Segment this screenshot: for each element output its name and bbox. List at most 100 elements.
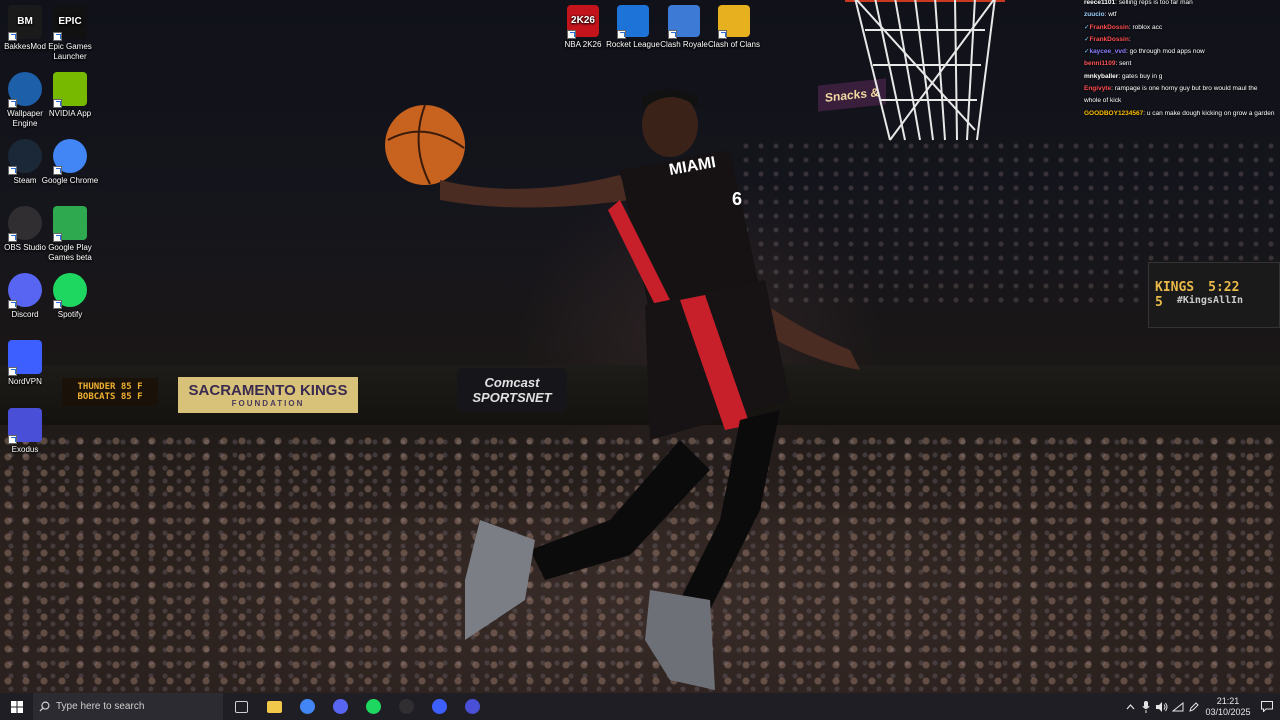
- wallpaper-engine-icon: [8, 72, 42, 108]
- shortcut-arrow-icon: [567, 30, 576, 39]
- clock-date: 03/10/2025: [1205, 706, 1251, 717]
- obs-icon: [399, 699, 414, 714]
- scoreboard-tag: #KingsAllIn: [1176, 295, 1244, 306]
- microphone-icon[interactable]: [1138, 693, 1154, 720]
- shortcut-arrow-icon: [8, 166, 17, 175]
- taskbar-app-discord[interactable]: [324, 693, 357, 720]
- shortcut-arrow-icon: [53, 233, 62, 242]
- system-tray: 21:21 03/10/2025: [1122, 693, 1280, 720]
- taskbar-clock[interactable]: 21:21 03/10/2025: [1202, 696, 1254, 718]
- chat-message: ✓FrankDossin:: [1084, 34, 1276, 46]
- shortcut-arrow-icon: [718, 30, 727, 39]
- shortcut-arrow-icon: [53, 300, 62, 309]
- task-view-icon: [235, 700, 248, 713]
- shortcut-arrow-icon: [8, 367, 17, 376]
- exodus-icon: [8, 408, 42, 444]
- shortcut-arrow-icon: [617, 30, 626, 39]
- chat-username: zuucio: [1084, 11, 1105, 19]
- notifications-icon[interactable]: [1254, 693, 1280, 720]
- taskbar: Type here to search 21:21 03/10/2025: [0, 693, 1280, 720]
- desktop-icon-google-play-games[interactable]: Google Play Games beta: [39, 206, 101, 263]
- stream-chat-overlay: reece1101: selling reps is too far man zu…: [1084, 0, 1276, 120]
- chat-text: roblox acc: [1132, 23, 1163, 31]
- file-explorer-icon: [267, 700, 282, 713]
- chat-username: GOODBOY1234567: [1084, 109, 1144, 117]
- chat-message: mnkyballer: gates buy in g: [1084, 71, 1276, 83]
- kings-banner-text: SACRAMENTO KINGS: [188, 382, 348, 399]
- shortcut-arrow-icon: [668, 30, 677, 39]
- taskbar-app-nordvpn[interactable]: [423, 693, 456, 720]
- chat-separator: :: [1128, 35, 1131, 43]
- desktop-icon-label: Google Play Games beta: [48, 243, 92, 262]
- chat-message: GOODBOY1234567: u can make dough kicking…: [1084, 108, 1276, 120]
- desktop-icon-nvidia[interactable]: NVIDIA App: [39, 72, 101, 119]
- pen-icon[interactable]: [1186, 693, 1202, 720]
- spotify-icon: [366, 699, 381, 714]
- thunder-banner-text: THUNDER 85 F BOBCATS 85 F: [77, 382, 143, 402]
- chat-username: mnkyballer: [1084, 72, 1119, 80]
- clock-time: 21:21: [1216, 695, 1240, 706]
- taskbar-search-box[interactable]: Type here to search: [33, 693, 223, 720]
- desktop-icon-label: NordVPN: [8, 377, 42, 386]
- show-hidden-icons-chevron-icon[interactable]: [1122, 693, 1138, 720]
- taskbar-app-task-view[interactable]: [225, 693, 258, 720]
- wallpaper-kings-banner: SACRAMENTO KINGS FOUNDATION: [178, 377, 358, 413]
- windows-logo-icon: [10, 700, 23, 713]
- shortcut-arrow-icon: [53, 99, 62, 108]
- desktop-icon-nordvpn[interactable]: NordVPN: [0, 340, 56, 387]
- chat-text: selling reps is too far man: [1118, 0, 1193, 6]
- chat-text: u can make dough kicking on grow a garde…: [1146, 109, 1275, 117]
- desktop-icon-label: Google Chrome: [41, 176, 99, 185]
- chat-message: ✓kaycee_vvd: go through mod apps now: [1084, 46, 1276, 58]
- chat-text: sent: [1119, 60, 1132, 68]
- chrome-icon: [53, 139, 87, 175]
- desktop-icon-spotify[interactable]: Spotify: [39, 273, 101, 320]
- rocket-league-icon: [617, 5, 649, 39]
- discord-icon: [333, 699, 348, 714]
- chat-message: zuucio: wtf: [1084, 9, 1276, 21]
- steam-icon: [8, 139, 42, 175]
- desktop-icon-label: Spotify: [57, 310, 83, 319]
- start-button[interactable]: [0, 693, 33, 720]
- chat-text: wtf: [1108, 11, 1117, 19]
- clash-royale-icon: [668, 5, 700, 39]
- chrome-icon: [300, 699, 315, 714]
- shortcut-arrow-icon: [53, 166, 62, 175]
- kings-banner-sub: FOUNDATION: [231, 399, 305, 408]
- taskbar-app-file-explorer[interactable]: [258, 693, 291, 720]
- desktop-icon-label: NVIDIA App: [48, 109, 92, 118]
- shortcut-arrow-icon: [8, 99, 17, 108]
- chat-message: reece1101: selling reps is too far man: [1084, 0, 1276, 9]
- nvidia-icon: [53, 72, 87, 108]
- desktop-icon-label: Exodus: [11, 445, 39, 454]
- volume-icon[interactable]: [1154, 693, 1170, 720]
- desktop-icon-clash-of-clans[interactable]: Clash of Clans: [703, 5, 765, 50]
- taskbar-app-obs[interactable]: [390, 693, 423, 720]
- shortcut-arrow-icon: [53, 32, 62, 41]
- desktop-icon-label: Clash of Clans: [707, 40, 761, 49]
- network-icon[interactable]: [1170, 693, 1186, 720]
- chat-message: benni1109: sent: [1084, 58, 1276, 70]
- scoreboard-score: 5: [1155, 295, 1163, 310]
- chat-username: kaycee_vvd: [1089, 48, 1126, 56]
- bakkesmod-icon: BM: [8, 5, 42, 41]
- epic-icon-glyph: EPIC: [58, 16, 82, 27]
- nordvpn-icon: [8, 340, 42, 376]
- chat-username: reece1101: [1084, 0, 1116, 6]
- desktop-icon-epic[interactable]: EPIC Epic Games Launcher: [39, 5, 101, 62]
- discord-icon: [8, 273, 42, 309]
- scoreboard-team: KINGS: [1155, 280, 1195, 295]
- search-placeholder: Type here to search: [56, 701, 145, 712]
- shortcut-arrow-icon: [8, 300, 17, 309]
- desktop-icon-chrome[interactable]: Google Chrome: [39, 139, 101, 186]
- wallpaper-player-image: MIAMI 6: [385, 89, 860, 690]
- search-icon: [39, 701, 50, 712]
- taskbar-app-exodus[interactable]: [456, 693, 489, 720]
- taskbar-app-chrome[interactable]: [291, 693, 324, 720]
- shortcut-arrow-icon: [8, 32, 17, 41]
- desktop-icon-exodus[interactable]: Exodus: [0, 408, 56, 455]
- google-play-games-icon: [53, 206, 87, 242]
- shortcut-arrow-icon: [8, 233, 17, 242]
- taskbar-app-spotify[interactable]: [357, 693, 390, 720]
- chat-text: gates buy in g: [1121, 72, 1163, 80]
